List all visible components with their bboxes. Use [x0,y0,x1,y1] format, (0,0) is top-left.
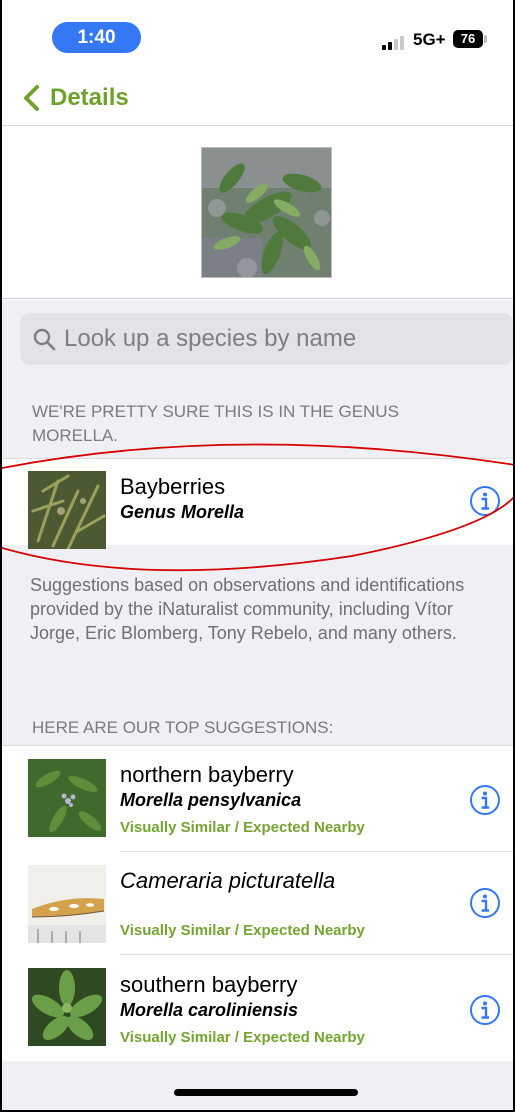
suggestion-thumbnail [28,865,106,943]
navigation-bar: Details [2,70,513,126]
info-icon[interactable] [469,784,501,816]
battery-nub [484,35,487,43]
battery-icon: 76 [453,30,483,48]
observation-photo[interactable] [201,147,332,278]
status-time: 1:40 [52,22,141,53]
network-label: 5G+ [413,30,446,49]
confident-result-row[interactable]: Bayberries Genus Morella [2,458,513,549]
suggestion-tag: Visually Similar / Expected Nearby [120,922,365,939]
suggestion-scientific-name: Cameraria picturatella [120,868,336,893]
search-input[interactable]: Look up a species by name [20,313,513,365]
row-divider [120,954,513,955]
community-note: Suggestions based on observations and id… [30,575,465,643]
back-label: Details [50,84,129,111]
row-divider [120,851,513,852]
confident-header: WE'RE PRETTY SURE THIS IS IN THE GENUS M… [32,402,399,445]
suggestion-tag: Visually Similar / Expected Nearby [120,1029,365,1046]
suggestion-thumbnail [28,968,106,1046]
suggestion-scientific-name: Morella caroliniensis [120,1000,299,1020]
suggestion-common-name: northern bayberry [120,762,294,787]
confident-scientific-name: Genus Morella [120,502,245,522]
search-placeholder: Look up a species by name [64,325,357,352]
info-icon[interactable] [469,887,501,919]
phone-screen: 1:40 5G+ 76 Details Look up a species by… [0,0,515,1112]
suggestion-tag: Visually Similar / Expected Nearby [120,819,365,836]
confident-common-name: Bayberries [120,474,226,499]
status-bar: 1:40 5G+ 76 [2,0,513,68]
suggestion-scientific-name: Morella pensylvanica [120,790,302,810]
suggestions-header: HERE ARE OUR TOP SUGGESTIONS: [32,718,334,737]
search-icon [33,328,56,351]
suggestion-common-name: southern bayberry [120,972,298,997]
back-button[interactable]: Details [22,80,129,116]
signal-icon [382,36,412,50]
photo-header [2,127,513,299]
bayberries-thumbnail [28,471,106,549]
chevron-left-icon [24,85,39,111]
info-icon[interactable] [469,485,501,517]
suggestion-thumbnail [28,759,106,837]
suggestions-list: northern bayberry Morella pensylvanica V… [2,745,513,1061]
home-indicator[interactable] [174,1089,358,1096]
info-icon[interactable] [469,994,501,1026]
